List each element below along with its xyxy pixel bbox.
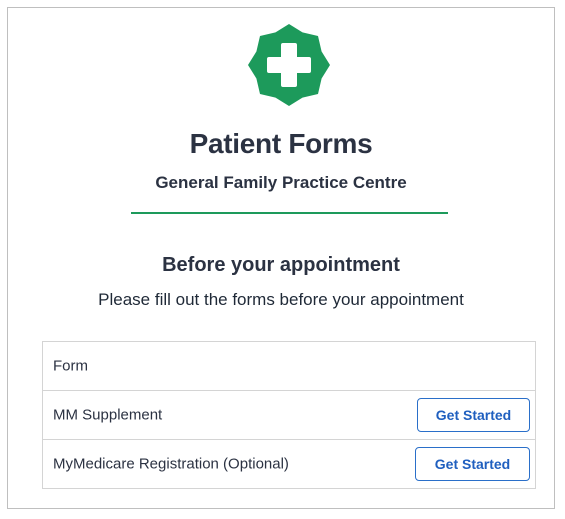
table-row: MyMedicare Registration (Optional) Get S… [43, 439, 535, 488]
form-name: MM Supplement [53, 406, 163, 424]
form-column-header: Form [53, 357, 88, 375]
section-description: Please fill out the forms before your ap… [98, 290, 464, 309]
form-name: MyMedicare Registration (Optional) [53, 455, 289, 473]
table-row: MM Supplement Get Started [43, 390, 535, 439]
forms-table: Form MM Supplement Get Started MyMedicar… [42, 341, 536, 489]
table-header-row: Form [43, 342, 535, 390]
practice-name: General Family Practice Centre [155, 173, 407, 192]
title-divider [131, 212, 448, 214]
get-started-button-mm-supplement[interactable]: Get Started [417, 398, 530, 432]
page-title: Patient Forms [189, 128, 373, 159]
patient-forms-card: Patient Forms General Family Practice Ce… [7, 7, 555, 509]
medical-cross-badge-icon [248, 24, 330, 106]
section-title: Before your appointment [162, 254, 400, 276]
get-started-button-mymedicare-registration[interactable]: Get Started [415, 447, 530, 481]
